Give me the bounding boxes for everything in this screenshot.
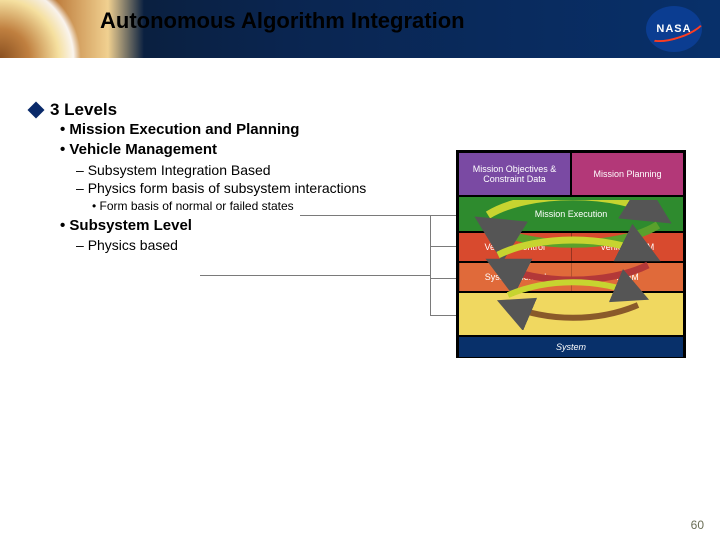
diamond-bullet-icon: [28, 102, 45, 119]
connector-line: [430, 215, 431, 315]
outline-subitem-integration: Subsystem Integration Based: [30, 161, 430, 180]
diagram-subsystems-row: [458, 292, 684, 336]
diagram-box-ishm: ISHM: [571, 263, 683, 291]
outline-item-mission-exec: Mission Execution and Planning: [30, 120, 430, 140]
outline-h1-text: 3 Levels: [50, 100, 117, 120]
diagram-box-objectives: Mission Objectives & Constraint Data: [458, 152, 571, 196]
outline-heading: 3 Levels: [30, 100, 430, 120]
diagram-system-control-row: System Control ISHM: [458, 262, 684, 292]
nasa-logo-icon: NASA: [646, 6, 702, 52]
outline-item-subsystem: Subsystem Level: [30, 216, 430, 236]
outline-subsubitem-states: Form basis of normal or failed states: [30, 198, 430, 215]
connector-line: [430, 278, 456, 279]
diagram-box-vehicle-control: Vehicle Control: [459, 233, 571, 261]
diagram-box-vehicle-ishm: Vehicle ISHM: [571, 233, 684, 261]
slide-title: Autonomous Algorithm Integration: [100, 8, 465, 34]
diagram-vehicle-row: Vehicle Control Vehicle ISHM: [458, 232, 684, 262]
diagram-box-system-control: System Control: [459, 263, 571, 291]
connector-line: [300, 215, 456, 216]
connector-line: [200, 275, 430, 276]
diagram-mission-planning-row: Mission Objectives & Constraint Data Mis…: [458, 152, 684, 196]
outline-subitem-physics-based: Physics based: [30, 236, 430, 255]
connector-line: [430, 315, 456, 316]
page-number: 60: [691, 518, 704, 532]
diagram-box-mission-exec: Mission Execution: [458, 196, 684, 232]
architecture-diagram: Mission Objectives & Constraint Data Mis…: [456, 150, 686, 358]
connector-line: [430, 246, 456, 247]
outline: 3 Levels Mission Execution and Planning …: [30, 100, 430, 255]
outline-subitem-physics: Physics form basis of subsystem interact…: [30, 179, 430, 198]
outline-item-vehicle-mgmt: Vehicle Management: [30, 140, 430, 160]
nasa-logo-text: NASA: [656, 23, 691, 35]
slide-header: Autonomous Algorithm Integration NASA: [0, 0, 720, 58]
diagram-box-system: System: [458, 336, 684, 358]
diagram-box-planning: Mission Planning: [571, 152, 684, 196]
